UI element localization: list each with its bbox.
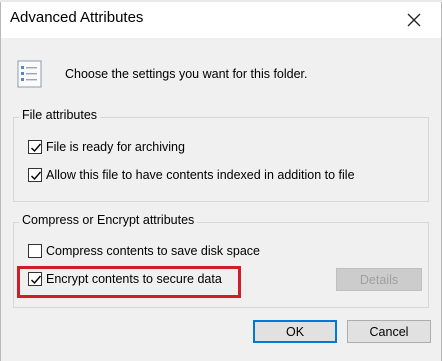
archive-checkbox-row[interactable]: File is ready for archiving [28, 140, 185, 154]
compress-checkbox[interactable] [28, 244, 42, 258]
compress-checkbox-row[interactable]: Compress contents to save disk space [28, 244, 260, 258]
details-button[interactable]: Details [336, 268, 422, 291]
dialog-title: Advanced Attributes [10, 9, 144, 26]
compress-encrypt-label: Compress or Encrypt attributes [19, 213, 198, 227]
header-instruction-text: Choose the settings you want for this fo… [65, 67, 308, 81]
archive-checkbox[interactable] [28, 140, 42, 154]
file-attributes-label: File attributes [19, 108, 101, 122]
cancel-button[interactable]: Cancel [347, 320, 431, 343]
advanced-attributes-dialog: Advanced Attributes Choose the settings … [0, 2, 442, 361]
folder-settings-icon [15, 59, 45, 89]
index-checkbox[interactable] [28, 168, 42, 182]
encrypt-highlight-box [17, 266, 241, 298]
close-icon[interactable] [403, 9, 425, 31]
compress-checkbox-label: Compress contents to save disk space [46, 244, 260, 258]
archive-checkbox-label: File is ready for archiving [46, 140, 185, 154]
file-attributes-group [13, 117, 429, 202]
title-bar: Advanced Attributes [1, 2, 441, 38]
index-checkbox-label: Allow this file to have contents indexed… [46, 168, 355, 182]
ok-button[interactable]: OK [253, 320, 337, 343]
index-checkbox-row[interactable]: Allow this file to have contents indexed… [28, 168, 355, 182]
